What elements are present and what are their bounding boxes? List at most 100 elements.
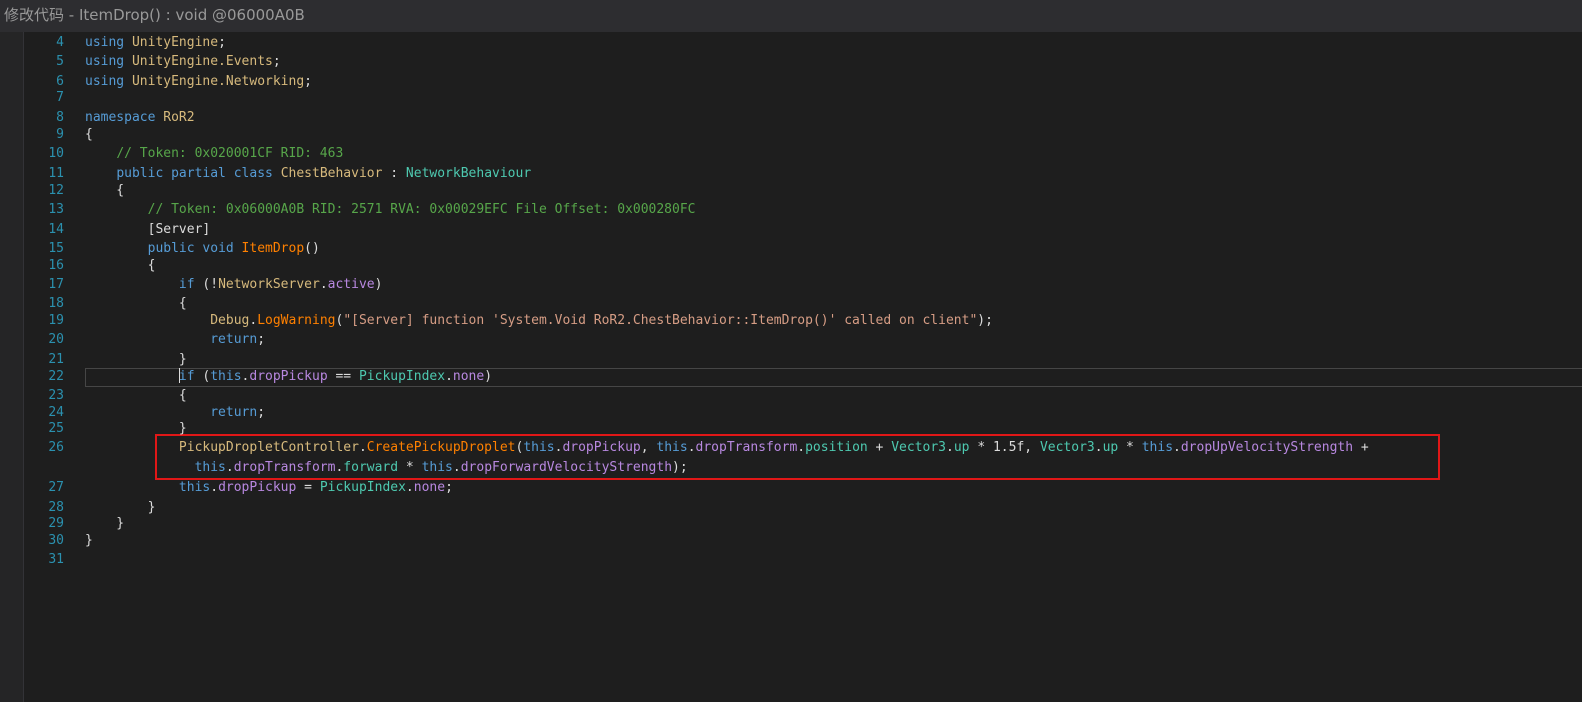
code-token: ; [257,332,266,347]
code-line[interactable]: 20 return; [25,330,1582,350]
code-token: Vector3 [1039,440,1095,455]
line-number: 13 [48,202,64,217]
code-line[interactable]: 12 { [25,181,1582,201]
code-token: . [687,440,696,455]
code-token: "[Server] function 'System.Void RoR2.Che… [343,313,978,328]
line-number: 16 [48,258,64,273]
code-line[interactable]: 16 { [25,256,1582,276]
line-number: 17 [48,277,64,292]
code-token: ); [977,313,993,328]
code-line[interactable]: 9{ [25,125,1582,145]
code-token: ; [304,74,312,89]
code-token: . [445,369,453,384]
code-token: ; [257,405,266,420]
code-token: using [85,35,132,50]
code-line[interactable]: 27 this.dropPickup = PickupIndex.none; [25,478,1582,498]
code-token: UnityEngine.Events [131,54,273,69]
code-token: ( [194,369,211,384]
code-token: . [1173,440,1181,455]
code-token: ] [202,222,211,237]
code-token: UnityEngine.Networking [131,74,305,89]
code-text: [Server] [85,220,211,240]
code-token: Debug [210,313,250,328]
code-token: dropPickup [249,369,328,384]
code-editor[interactable]: 4 using UnityEngine; 5 using UnityEngine.Ev… [25,32,1582,702]
code-token: using [85,54,132,69]
line-number: 7 [56,90,64,105]
code-token: public partial class [116,166,281,181]
code-token: NetworkBehaviour [405,166,532,181]
code-token: * [398,460,422,475]
code-token: this [194,460,226,475]
code-token: none [413,480,446,495]
code-text: if (this.dropPickup == PickupIndex.none) [85,367,492,387]
code-line[interactable]: 5 using UnityEngine.Events; [25,52,1582,72]
code-line[interactable]: 31 [25,550,1582,570]
code-line[interactable]: this.dropTransform.forward * this.dropFo… [25,458,1582,478]
line-number: 22 [48,369,64,384]
code-line[interactable]: 26 PickupDropletController.CreatePickupD… [25,438,1582,458]
code-token: dropUpVelocityStrength [1180,440,1354,455]
code-token: = [296,480,320,495]
code-text: using UnityEngine.Events; [85,52,281,72]
margin-strip [0,32,24,702]
code-line[interactable]: 14 [Server] [25,220,1582,240]
code-token: ; [272,54,281,69]
code-token: ; [218,35,226,50]
code-line[interactable]: 7 [25,88,1582,108]
code-token: return [210,405,258,420]
code-token: RoR2 [163,110,195,125]
code-token: this [421,460,453,475]
code-token: this [1141,440,1174,455]
code-token: forward [343,460,399,475]
line-number: 31 [48,552,64,567]
code-line[interactable]: 4 using UnityEngine; [25,33,1582,53]
line-number: 4 [56,35,64,50]
code-token: namespace [85,110,164,125]
code-line[interactable]: 22 if (this.dropPickup == PickupIndex.no… [25,367,1582,387]
code-token: . [210,480,219,495]
code-line[interactable]: 30} [25,531,1582,551]
code-token: UnityEngine [131,35,219,50]
code-token: Vector3 [891,440,947,455]
code-text: return; [85,330,265,350]
code-text: // Token: 0x020001CF RID: 463 [85,144,343,164]
code-token: dropTransform [233,460,336,475]
code-token: CreatePickupDroplet [366,440,516,455]
code-token: ); [672,460,688,475]
code-token: ChestBehavior [280,166,383,181]
code-text: { [85,181,124,201]
code-token: + [1353,440,1369,455]
code-line[interactable]: 10 // Token: 0x020001CF RID: 463 [25,144,1582,164]
code-line[interactable]: 25 } [25,419,1582,439]
code-token: * [1118,440,1142,455]
code-token: dropForwardVelocityStrength [460,460,673,475]
code-token: NetworkServer [218,277,320,292]
code-token: } [85,421,187,436]
code-text: PickupDropletController.CreatePickupDrop… [85,438,1369,458]
code-token: { [85,258,156,273]
code-token: return [210,332,258,347]
code-token: . [946,440,954,455]
line-number: 19 [48,313,64,328]
code-line[interactable]: 13 // Token: 0x06000A0B RID: 2571 RVA: 0… [25,200,1582,220]
code-token: { [85,296,187,311]
code-token: . [225,460,234,475]
code-token: ; [445,480,453,495]
code-line[interactable]: 19 Debug.LogWarning("[Server] function '… [25,311,1582,331]
code-token: PickupIndex [319,480,406,495]
code-token: (! [194,277,219,292]
code-token: // Token: 0x020001CF RID: 463 [116,146,344,161]
code-token: [ [85,222,156,237]
line-number: 30 [48,533,64,548]
code-line[interactable]: 17 if (!NetworkServer.active) [25,275,1582,295]
line-number: 12 [48,183,64,198]
